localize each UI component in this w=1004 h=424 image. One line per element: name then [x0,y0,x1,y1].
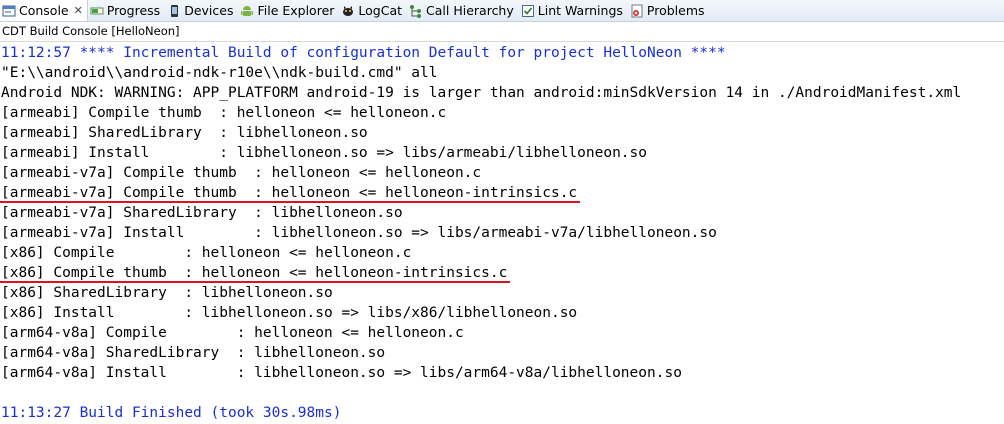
tab-problems[interactable]: Problems [628,0,710,21]
console-line: [x86] Compile : helloneon <= helloneon.c [1,245,412,261]
tab-label: Problems [646,3,705,18]
console-icon [2,4,16,18]
console-title: CDT Build Console [HelloNeon] [0,22,1004,42]
console-line: [armeabi-v7a] Compile thumb : helloneon … [1,185,578,201]
progress-icon [90,4,104,18]
console-line: 11:12:57 **** Incremental Build of confi… [1,45,726,61]
tab-label: Call Hierarchy [426,3,514,18]
console-line: [x86] Compile thumb : helloneon <= hello… [1,265,508,281]
tab-file-explorer[interactable]: File Explorer [238,0,339,21]
tab-console[interactable]: Console ✕ [0,0,88,21]
console-line: [armeabi-v7a] Install : libhelloneon.so … [1,225,717,241]
tab-logcat[interactable]: LogCat [339,0,407,21]
tab-label: File Explorer [257,3,335,18]
console-line: [armeabi] SharedLibrary : libhelloneon.s… [1,125,368,141]
console-line: "E:\\android\\android-ndk-r10e\\ndk-buil… [1,65,438,81]
view-tab-bar: Console ✕ Progress Devices File Explorer… [0,0,1004,22]
console-line: [armeabi-v7a] SharedLibrary : libhellone… [1,205,403,221]
highlight-underline [0,201,580,203]
highlight-underline [0,281,510,283]
console-line: [x86] SharedLibrary : libhelloneon.so [1,285,333,301]
phone-icon [167,4,181,18]
tab-progress[interactable]: Progress [88,0,165,21]
console-line: [arm64-v8a] Install : libhelloneon.so =>… [1,365,682,381]
tab-label: Lint Warnings [537,3,623,18]
console-line: [x86] Install : libhelloneon.so => libs/… [1,305,578,321]
console-line: [armeabi] Compile thumb : helloneon <= h… [1,105,447,121]
call-hierarchy-icon [409,4,423,18]
console-line: [arm64-v8a] Compile : helloneon <= hello… [1,325,464,341]
console-line: Android NDK: WARNING: APP_PLATFORM andro… [1,85,962,101]
tab-call-hierarchy[interactable]: Call Hierarchy [407,0,519,21]
tab-label: Console [19,3,69,18]
tab-label: LogCat [358,3,403,18]
android-icon [240,4,254,18]
console-line: 11:13:27 Build Finished (took 30s.98ms) [1,405,342,421]
tab-label: Progress [106,3,161,18]
tab-lint-warnings[interactable]: Lint Warnings [519,0,628,21]
logcat-icon [341,4,355,18]
checkbox-icon [521,4,535,18]
tab-devices[interactable]: Devices [165,0,238,21]
console-line: [arm64-v8a] SharedLibrary : libhelloneon… [1,345,386,361]
console-line: [armeabi] Install : libhelloneon.so => l… [1,145,648,161]
close-icon[interactable]: ✕ [74,4,83,17]
console-line: [armeabi-v7a] Compile thumb : helloneon … [1,165,482,181]
console-output[interactable]: 11:12:57 **** Incremental Build of confi… [0,43,1004,424]
tab-label: Devices [184,3,234,18]
problems-icon [630,4,644,18]
